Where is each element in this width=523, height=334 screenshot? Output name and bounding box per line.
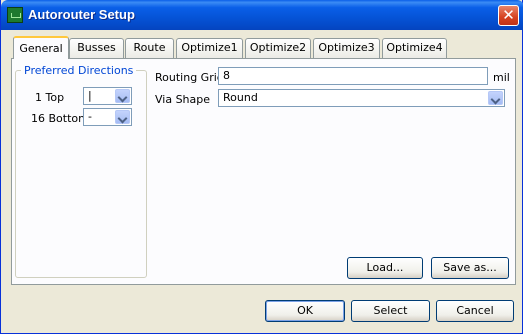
window-title: Autorouter Setup (28, 7, 135, 22)
chevron-down-icon[interactable] (115, 110, 130, 124)
tab-general[interactable]: General (13, 36, 69, 59)
ok-button[interactable]: OK (265, 300, 345, 322)
routing-grid-input[interactable]: 8 (218, 67, 488, 85)
chevron-down-icon[interactable] (115, 89, 130, 103)
tab-optimize4[interactable]: Optimize4 (382, 38, 447, 58)
title-bar[interactable]: Autorouter Setup ✕ (1, 0, 523, 30)
autorouter-app-icon (7, 7, 23, 23)
via-shape-select[interactable]: Round (218, 89, 505, 107)
layer-16-bottom-label: 16 Bottom (31, 112, 89, 125)
autorouter-setup-dialog: Autorouter Setup ✕ General Busses Route … (0, 0, 523, 334)
chevron-down-icon[interactable] (488, 91, 503, 105)
layer-1-top-label: 1 Top (35, 91, 65, 104)
tab-busses[interactable]: Busses (69, 38, 124, 58)
close-button[interactable]: ✕ (498, 5, 519, 26)
via-shape-label: Via Shape (155, 93, 211, 106)
preferred-directions-title: Preferred Directions (21, 64, 137, 77)
routing-grid-value: 8 (223, 69, 230, 82)
select-button[interactable]: Select (351, 300, 430, 322)
close-x-icon: ✕ (502, 6, 515, 24)
layer-16-bottom-direction-value: - (88, 110, 92, 123)
tab-optimize3[interactable]: Optimize3 (313, 38, 380, 58)
save-as-button[interactable]: Save as... (431, 257, 509, 279)
cancel-button[interactable]: Cancel (436, 300, 514, 322)
routing-grid-unit: mil (493, 71, 510, 84)
routing-grid-label: Routing Grid (155, 71, 224, 84)
layer-1-top-direction-value: | (88, 89, 92, 102)
tab-optimize2[interactable]: Optimize2 (245, 38, 311, 58)
load-button[interactable]: Load... (347, 257, 423, 279)
layer-1-top-direction-select[interactable]: | (83, 87, 132, 105)
via-shape-value: Round (223, 91, 258, 104)
layer-16-bottom-direction-select[interactable]: - (83, 108, 132, 126)
tab-route[interactable]: Route (125, 38, 174, 58)
tab-optimize1[interactable]: Optimize1 (176, 38, 243, 58)
